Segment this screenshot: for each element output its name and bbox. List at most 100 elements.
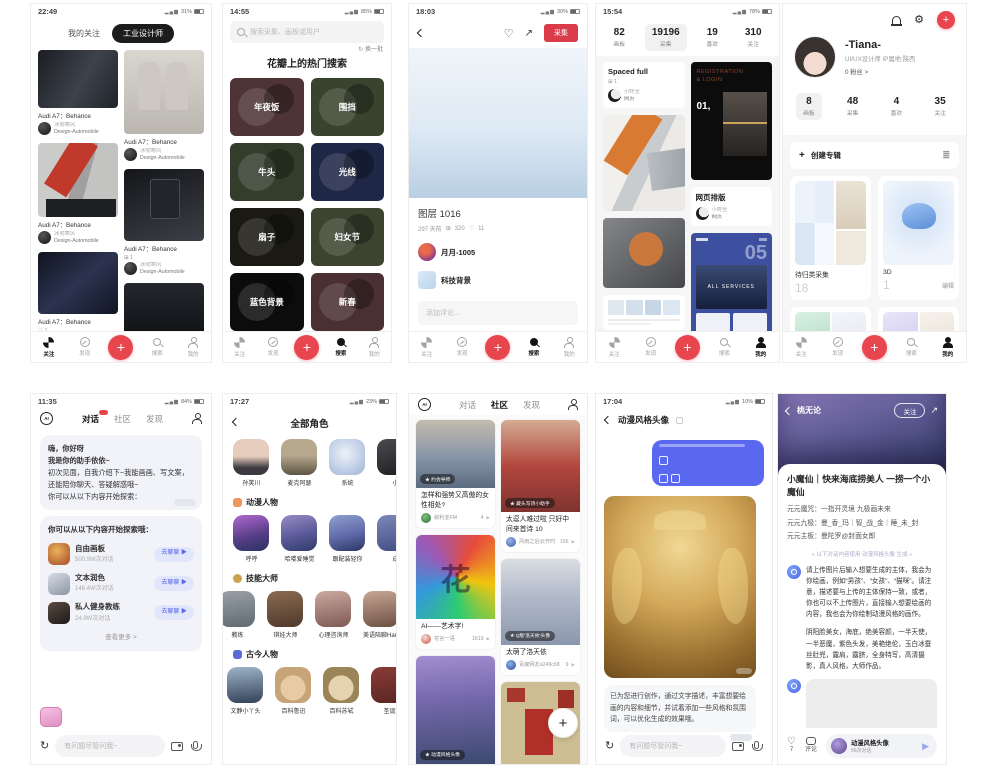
tab-community[interactable]: 社区: [491, 399, 508, 411]
tab-follow[interactable]: 关注: [37, 337, 61, 358]
tab-follow[interactable]: 关注: [789, 337, 813, 358]
assistant-logo-icon[interactable]: AI: [418, 398, 431, 411]
pin-image[interactable]: REGISTRATION& LOGIN01,: [691, 62, 773, 180]
stat-pins[interactable]: 19196采集: [645, 24, 687, 51]
tab-search[interactable]: 搜索: [522, 338, 546, 357]
edit-button[interactable]: 编辑: [942, 281, 954, 290]
suggestion-item[interactable]: 自由画板500.9W次对话去聊聊 ▶: [48, 543, 194, 566]
pin-card[interactable]: 网页排版小咚全网页: [691, 187, 773, 226]
person-icon[interactable]: [192, 413, 202, 424]
tab-discover[interactable]: 发现: [639, 337, 663, 357]
post-card[interactable]: 花 AI——艺术字! 花言一语1619▶: [416, 535, 495, 649]
tab-discover[interactable]: 发现: [261, 337, 285, 357]
role-item[interactable]: 成: [377, 515, 396, 563]
tab-discover[interactable]: 发现: [73, 337, 97, 357]
tab-mine[interactable]: 我的: [362, 337, 386, 358]
hot-search-tile[interactable]: 新春: [311, 273, 385, 331]
refresh-batch-button[interactable]: ↻ 换一批: [358, 44, 383, 53]
image-upload-icon[interactable]: [732, 742, 744, 751]
stat-boards[interactable]: 8画板: [796, 93, 822, 120]
collect-button[interactable]: 采集: [544, 24, 578, 42]
tab-chat[interactable]: 对话: [459, 399, 476, 411]
refresh-icon[interactable]: ↻: [605, 741, 614, 752]
hot-search-tile[interactable]: 妇女节: [311, 208, 385, 266]
stat-boards[interactable]: 82画板: [606, 24, 632, 51]
role-item[interactable]: 百科苏轼: [323, 667, 360, 715]
share-icon[interactable]: ↗: [525, 28, 533, 39]
see-more-link[interactable]: 查看更多 >: [48, 633, 194, 644]
role-item[interactable]: 文静小丫头: [227, 667, 264, 715]
tab-mine[interactable]: 我的: [557, 337, 581, 358]
role-item[interactable]: 呼呼: [233, 515, 270, 563]
create-post-button[interactable]: +: [548, 708, 578, 738]
tab-industrial-designer[interactable]: 工业设计师: [112, 24, 174, 43]
role-item[interactable]: 琪娃大师: [267, 591, 304, 639]
role-item[interactable]: 跟配装轻你: [329, 515, 366, 563]
pin-card[interactable]: Audi A7：Behance⊞ 1冰彻寒风Design-Automobile: [124, 169, 204, 276]
tab-search[interactable]: 搜索: [329, 338, 353, 357]
tab-discover[interactable]: 发现: [523, 399, 540, 411]
mic-icon[interactable]: [193, 741, 198, 749]
album-card[interactable]: 待归类采集 18: [790, 176, 871, 300]
gear-icon[interactable]: ⚙: [914, 15, 924, 26]
post-card[interactable]: ★ 藏头写诗小助手 太逗人难过啦 只好中间来首诗 10 风雨之后云开时156▶: [501, 420, 580, 552]
tab-search[interactable]: 搜索: [712, 338, 736, 357]
pin-card[interactable]: Audi A7：Behance冰彻寒风Design-Automobile: [124, 50, 204, 162]
hot-search-tile[interactable]: 牛头: [230, 143, 304, 201]
comment-button[interactable]: 评论: [805, 737, 817, 754]
role-item[interactable]: 系统: [329, 439, 366, 487]
album-card[interactable]: 3D 1编辑: [878, 176, 959, 300]
pin-card[interactable]: [603, 295, 685, 330]
tab-mine[interactable]: 我的: [181, 337, 205, 358]
role-item[interactable]: 孙笑川: [233, 439, 270, 487]
create-button[interactable]: +: [108, 335, 133, 360]
tab-search[interactable]: 搜索: [145, 338, 169, 357]
hot-search-tile[interactable]: 围挡: [311, 78, 385, 136]
create-button[interactable]: +: [485, 335, 510, 360]
generated-avatar-image[interactable]: [604, 496, 756, 678]
share-icon[interactable]: ↗: [930, 405, 938, 416]
go-chat-button[interactable]: 去聊聊 ▶: [154, 605, 194, 620]
tab-mine[interactable]: 我的: [936, 337, 960, 358]
tab-chat[interactable]: 对话: [82, 413, 99, 425]
stat-likes[interactable]: 4喜欢: [884, 93, 910, 120]
refresh-icon[interactable]: ↻: [40, 741, 49, 752]
pin-board[interactable]: 科技背景: [409, 261, 587, 289]
tab-discover[interactable]: 发现: [146, 413, 163, 425]
role-item[interactable]: 百科鲁迅: [275, 667, 312, 715]
list-view-icon[interactable]: ≣: [942, 150, 950, 161]
tab-search[interactable]: 搜索: [899, 338, 923, 357]
suggestion-item[interactable]: 文本润色146.4W次对话去聊聊 ▶: [48, 572, 194, 595]
chat-entry-input[interactable]: 动漫风格头像66次对话 ▶: [826, 734, 937, 758]
tab-discover[interactable]: 发现: [826, 337, 850, 357]
assistant-logo-icon[interactable]: AI: [40, 412, 53, 425]
avatar[interactable]: [794, 36, 836, 78]
pin-image[interactable]: [603, 115, 685, 211]
stat-pins[interactable]: 48采集: [840, 93, 866, 120]
tab-follow[interactable]: 关注: [602, 337, 626, 358]
pin-author[interactable]: 月月-1005: [409, 233, 587, 261]
create-button[interactable]: +: [937, 11, 955, 29]
like-icon[interactable]: ♡: [504, 27, 514, 40]
go-chat-button[interactable]: 去聊聊 ▶: [154, 576, 194, 591]
role-item[interactable]: 小: [377, 439, 396, 487]
create-button[interactable]: +: [862, 335, 887, 360]
post-card[interactable]: ★ 动漫风格头像 小魔仙｜快来海底捞美人 一捞一个小魔仙 桃无论66▶: [416, 656, 495, 765]
tab-mine[interactable]: 我的: [749, 337, 773, 358]
sticker[interactable]: [40, 707, 62, 727]
stat-likes[interactable]: 19喜欢: [699, 24, 725, 51]
bell-icon[interactable]: [892, 16, 901, 25]
hot-search-tile[interactable]: 光线: [311, 143, 385, 201]
search-input[interactable]: 搜索采集、画板或用户: [230, 21, 384, 43]
send-icon[interactable]: ▶: [922, 741, 932, 752]
person-icon[interactable]: [568, 399, 578, 410]
tab-follow[interactable]: 关注: [415, 337, 439, 358]
hot-search-tile[interactable]: 蓝色背景: [230, 273, 304, 331]
suggestion-item[interactable]: 私人健身教练24.9W次对话去聊聊 ▶: [48, 601, 194, 624]
back-icon[interactable]: [232, 418, 240, 426]
tab-community[interactable]: 社区: [114, 413, 131, 425]
create-album-button[interactable]: +创建专辑≣: [790, 142, 959, 169]
comment-input[interactable]: 添加评论...: [418, 301, 578, 325]
create-button[interactable]: +: [294, 335, 319, 360]
role-item[interactable]: 心理咨询师: [315, 591, 352, 639]
